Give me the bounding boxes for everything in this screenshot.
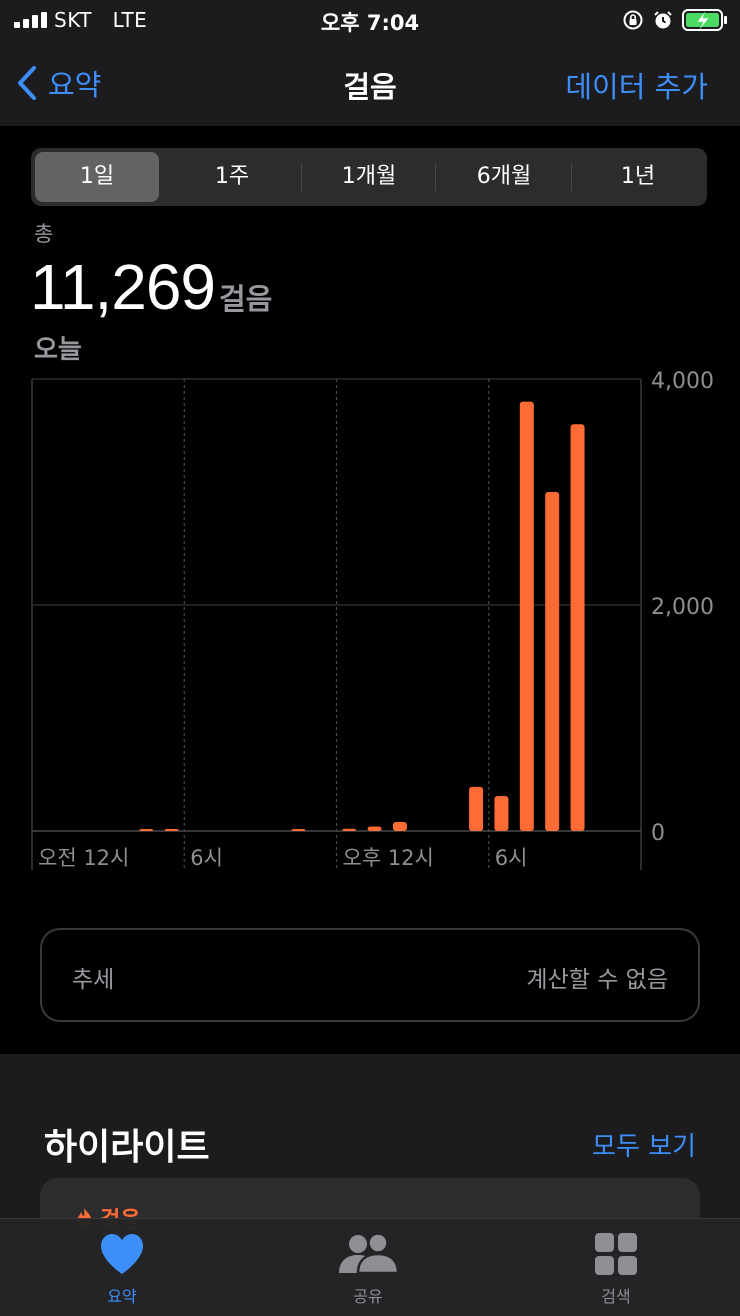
tab-browse[interactable]: 검색 <box>556 1233 676 1307</box>
tab-sharing[interactable]: 공유 <box>308 1233 428 1307</box>
chart-bar <box>519 401 534 831</box>
tab-summary[interactable]: 요약 <box>62 1233 182 1307</box>
chart-x-tick-label: 오전 12시 <box>38 846 129 870</box>
total-steps-unit: 걸음 <box>219 282 273 316</box>
total-steps: 11,269 걸음 <box>30 250 272 324</box>
see-all-button[interactable]: 모두 보기 <box>592 1126 696 1163</box>
segment-divider <box>435 163 436 191</box>
navigation-bar: 요약 걸음 데이터 추가 <box>0 42 740 126</box>
tab-browse-label: 검색 <box>601 1287 631 1306</box>
chart-bar <box>570 424 585 831</box>
highlights-title: 하이라이트 <box>44 1127 210 1168</box>
tab-sharing-label: 공유 <box>353 1287 383 1306</box>
chart-bar <box>367 826 382 831</box>
status-bar: SKT LTE 오후 7:04 <box>0 0 740 42</box>
segment-divider <box>571 163 572 191</box>
alarm-icon <box>654 11 672 29</box>
chart-bar <box>494 795 509 831</box>
people-icon <box>339 1233 400 1275</box>
segment-six-months[interactable]: 6개월 <box>437 152 571 202</box>
steps-bar-chart[interactable]: 4,000 2,000 0 오전 12시 6시 오후 12시 6시 <box>0 360 740 880</box>
total-steps-value: 11,269 <box>30 251 216 323</box>
chevron-left-icon <box>18 66 36 100</box>
time-range-segmented-control: 1일 1주 1개월 6개월 1년 <box>31 148 707 206</box>
trend-label: 추세 <box>72 967 115 993</box>
chart-bar <box>545 492 560 831</box>
segment-day[interactable]: 1일 <box>35 152 159 202</box>
chart-bar <box>392 821 407 831</box>
chart-x-tick-label: 6시 <box>495 846 528 870</box>
segment-month[interactable]: 1개월 <box>303 152 435 202</box>
tab-summary-label: 요약 <box>107 1287 137 1306</box>
back-button[interactable]: 요약 <box>16 62 101 104</box>
battery-charging-icon <box>682 9 727 31</box>
chart-bar <box>291 829 306 831</box>
chart-y-tick-label: 4,000 <box>651 369 714 394</box>
chart-bar <box>342 828 357 831</box>
segment-week[interactable]: 1주 <box>167 152 297 202</box>
chart-bar <box>164 829 179 831</box>
orientation-lock-icon <box>623 10 643 30</box>
total-label: 총 <box>34 222 54 246</box>
chart-bar <box>469 786 484 831</box>
add-data-button[interactable]: 데이터 추가 <box>565 64 708 106</box>
tab-bar: 요약 공유 검색 <box>0 1218 740 1316</box>
segment-year[interactable]: 1년 <box>573 152 703 202</box>
signal-icon <box>14 12 47 28</box>
chart-y-tick-label: 0 <box>651 821 665 846</box>
heart-icon <box>101 1234 143 1274</box>
chart-x-tick-label: 6시 <box>190 846 223 870</box>
chart-bar <box>139 829 154 831</box>
back-button-label: 요약 <box>48 68 102 102</box>
chart-x-tick-label: 오후 12시 <box>343 846 434 870</box>
trend-card[interactable]: 추세 계산할 수 없음 <box>40 928 700 1022</box>
segment-divider <box>301 163 302 191</box>
chart-y-tick-label: 2,000 <box>651 595 714 620</box>
grid-icon <box>595 1233 637 1275</box>
carrier-label: SKT LTE <box>54 8 148 32</box>
trend-value: 계산할 수 없음 <box>526 967 668 993</box>
